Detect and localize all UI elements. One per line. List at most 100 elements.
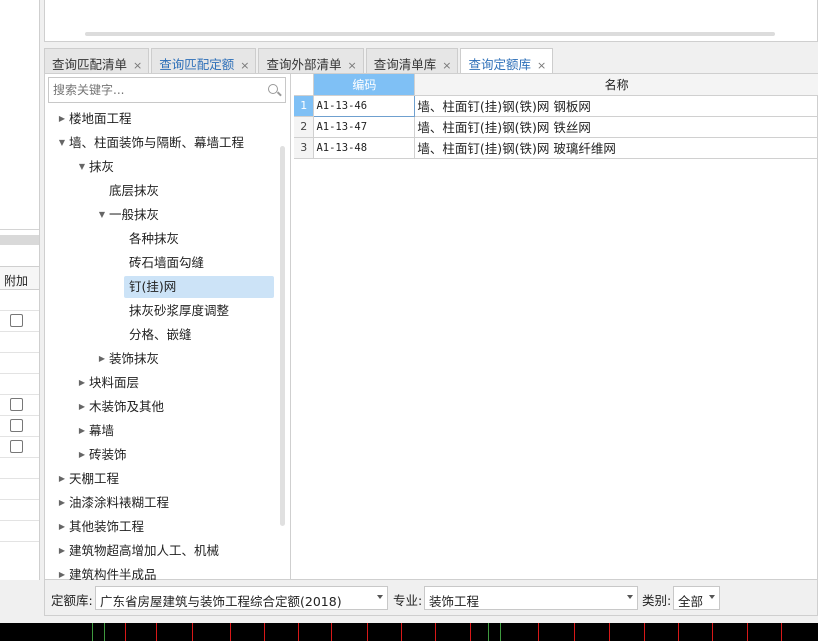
tab-4[interactable]: 查询清单库 × — [365, 48, 459, 73]
tree-node-label: 块料面层 — [89, 375, 140, 390]
tree-node[interactable]: ▶ 砖装饰 — [45, 443, 283, 467]
left-row — [0, 311, 39, 332]
tree-node[interactable]: ▶ 天棚工程 — [45, 467, 283, 491]
tree-node[interactable]: 各种抹灰 — [45, 227, 283, 251]
tree-node[interactable]: 砖石墙面勾缝 — [45, 251, 283, 275]
tree-node-label: 底层抹灰 — [109, 183, 160, 198]
major-select[interactable]: 装饰工程 — [424, 586, 638, 610]
tree-node[interactable]: ▼ 一般抹灰 — [45, 203, 283, 227]
left-row — [0, 395, 39, 416]
tree-node-label: 天棚工程 — [69, 471, 120, 486]
tree-node-label: 建筑物超高增加人工、机械 — [69, 543, 220, 558]
tree-scrollbar[interactable] — [280, 146, 285, 526]
category-select[interactable]: 全部 — [673, 586, 720, 610]
tree-node-label: 砖装饰 — [89, 447, 127, 462]
category-tree: ▶ 楼地面工程 ▼ 墙、柱面装饰与隔断、幕墙工程 ▼ 抹灰底层抹灰 ▼ 一般抹灰 各种抹灰 砖石墙… — [45, 107, 283, 587]
cell-code[interactable]: A1-13-46 — [313, 94, 416, 117]
table-row[interactable]: 1 A1-13-46 墙、柱面钉(挂)钢(铁)网 钢板网 — [294, 94, 818, 117]
bottom-filter-bar: 定额库: 广东省房屋建筑与装饰工程综合定额(2018) 专业: 装饰工程 类别:… — [44, 580, 818, 616]
tab-3[interactable]: 查询外部清单 × — [258, 48, 364, 73]
left-row — [0, 290, 39, 311]
tab-2[interactable]: 查询匹配定额 × — [151, 48, 257, 73]
main-panel: ▶楼地面工程▼墙、柱面装饰与隔断、幕墙工程▼抹灰底层抹灰 ▼一般抹灰各种抹灰砖石墙… — [44, 73, 818, 582]
tree-node-label: 抹灰 — [89, 159, 115, 174]
cell-code[interactable]: A1-13-47 — [313, 116, 416, 138]
left-splitter[interactable] — [0, 235, 39, 245]
tab-5[interactable]: 查询定额库 × — [460, 48, 554, 74]
cell-name[interactable]: 墙、柱面钉(挂)钢(铁)网 钢板网 — [414, 95, 818, 117]
row-checkbox[interactable] — [10, 440, 23, 453]
status-gap — [0, 616, 818, 623]
tree-node-label: 钉(挂)网 — [129, 279, 177, 294]
tree-node[interactable]: ▶ 幕墙 — [45, 419, 283, 443]
close-icon[interactable]: × — [133, 59, 142, 72]
major-value: 装饰工程 — [429, 594, 480, 609]
category-label: 类别: — [642, 593, 672, 608]
left-row — [0, 416, 39, 437]
tree-node[interactable]: 抹灰砂浆厚度调整 — [45, 299, 283, 323]
tree-node[interactable]: 分格、嵌缝 — [45, 323, 283, 347]
top-panel — [44, 0, 818, 42]
tree-node[interactable]: ▶ 木装饰及其他 — [45, 395, 283, 419]
left-column-header: 附加 — [0, 266, 39, 290]
column-header-name[interactable]: 名称 — [414, 74, 818, 96]
tree-pane: ▶楼地面工程▼墙、柱面装饰与隔断、幕墙工程▼抹灰底层抹灰 ▼一般抹灰各种抹灰砖石墙… — [45, 74, 291, 582]
tree-node[interactable]: ▼ 抹灰 — [45, 155, 283, 179]
tree-node-label: 幕墙 — [89, 423, 115, 438]
tree-node-label: 其他装饰工程 — [69, 519, 145, 534]
tree-node[interactable]: ▶ 块料面层 — [45, 371, 283, 395]
chevron-down-icon — [627, 595, 633, 599]
close-icon[interactable]: × — [537, 59, 546, 72]
tree-node[interactable]: ▶ 其他装饰工程 — [45, 515, 283, 539]
left-row — [0, 437, 39, 458]
chevron-down-icon — [377, 595, 383, 599]
major-label: 专业: — [393, 593, 423, 608]
tree-node[interactable]: 底层抹灰 — [45, 179, 283, 203]
row-checkbox[interactable] — [10, 314, 23, 327]
horizontal-scrollbar[interactable] — [85, 32, 775, 36]
row-checkbox[interactable] — [10, 398, 23, 411]
table-row[interactable]: 3 A1-13-48 墙、柱面钉(挂)钢(铁)网 玻璃纤维网 — [294, 137, 818, 159]
category-value: 全部 — [678, 594, 704, 609]
tree-node[interactable]: ▶ 装饰抹灰 — [45, 347, 283, 371]
tree-node-label: 木装饰及其他 — [89, 399, 165, 414]
tree-node[interactable]: ▼ 墙、柱面装饰与隔断、幕墙工程 — [45, 131, 283, 155]
tree-node-label: 抹灰砂浆厚度调整 — [129, 303, 230, 318]
row-number: 2 — [294, 116, 315, 138]
tree-node-label: 一般抹灰 — [109, 207, 160, 222]
search-icon[interactable] — [268, 84, 278, 94]
tree-node[interactable]: ▶ 建筑物超高增加人工、机械 — [45, 539, 283, 563]
tree-node[interactable]: 钉(挂)网 — [45, 275, 283, 299]
close-icon[interactable]: × — [240, 59, 249, 72]
close-icon[interactable]: × — [347, 59, 356, 72]
tree-node[interactable]: ▶ 油漆涂料裱糊工程 — [45, 491, 283, 515]
tab-label: 查询外部清单 — [266, 57, 342, 72]
cad-drawing-strip — [0, 623, 818, 641]
column-header-code[interactable]: 编码 — [313, 74, 416, 96]
cell-name[interactable]: 墙、柱面钉(挂)钢(铁)网 铁丝网 — [414, 116, 818, 138]
tree-node-label: 楼地面工程 — [69, 111, 132, 126]
quota-library-select[interactable]: 广东省房屋建筑与装饰工程综合定额(2018) — [95, 586, 388, 610]
quota-library-value: 广东省房屋建筑与装饰工程综合定额(2018) — [100, 594, 342, 609]
cell-name[interactable]: 墙、柱面钉(挂)钢(铁)网 玻璃纤维网 — [414, 137, 818, 159]
row-checkbox[interactable] — [10, 419, 23, 432]
tab-label: 查询匹配清单 — [52, 57, 128, 72]
tree-node[interactable]: ▶ 楼地面工程 — [45, 107, 283, 131]
search-input[interactable] — [49, 78, 259, 102]
search-box — [48, 77, 286, 103]
tree-node-label: 分格、嵌缝 — [129, 327, 192, 342]
table-row[interactable]: 2 A1-13-47 墙、柱面钉(挂)钢(铁)网 铁丝网 — [294, 116, 818, 138]
left-row — [0, 458, 39, 479]
close-icon[interactable]: × — [442, 59, 451, 72]
left-row — [0, 479, 39, 500]
tree-node-label: 装饰抹灰 — [109, 351, 160, 366]
left-row — [0, 521, 39, 542]
left-upper-area — [0, 0, 39, 230]
quota-grid: 编码 名称 1 A1-13-46 墙、柱面钉(挂)钢(铁)网 钢板网 2 A1-13-4… — [294, 74, 818, 159]
app-root: 附加 查询匹配清单 × 查询匹配定额 × 查询外部清单 × 查询清单库 × 查询定额库 × ▶楼地… — [0, 0, 818, 641]
cell-code[interactable]: A1-13-48 — [313, 137, 416, 159]
tab-1[interactable]: 查询匹配清单 × — [44, 48, 150, 73]
chevron-down-icon — [709, 595, 715, 599]
left-row — [0, 332, 39, 353]
row-number: 1 — [294, 95, 315, 117]
